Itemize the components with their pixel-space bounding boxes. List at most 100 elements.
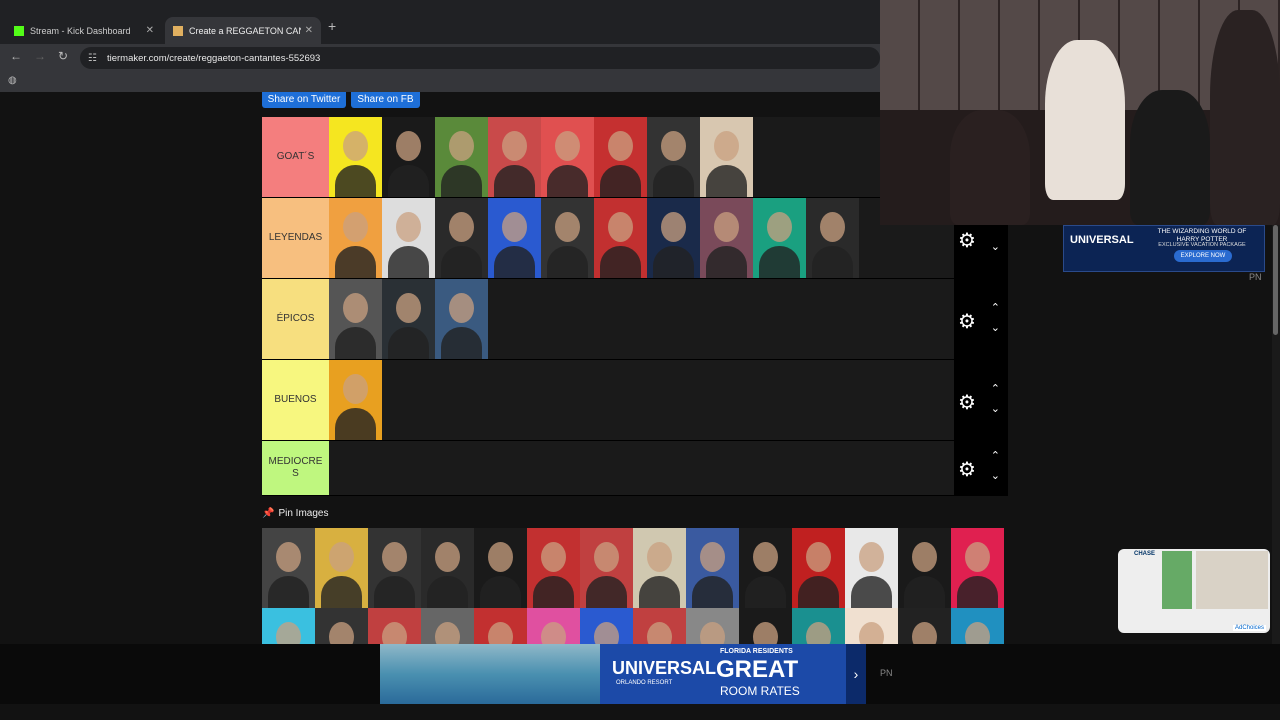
scrollbar-thumb[interactable] [1273, 225, 1278, 335]
chevron-down-icon[interactable]: ⌄ [991, 321, 1000, 334]
pin-image[interactable] [633, 528, 686, 608]
portrait-head [661, 131, 686, 161]
tier-label[interactable]: ÉPICOS [262, 279, 329, 359]
gear-icon[interactable]: ⚙ [958, 457, 976, 482]
pin-image[interactable] [262, 528, 315, 608]
side-ad[interactable]: UNIVERSAL THE WIZARDING WORLD OF HARRY P… [1063, 225, 1265, 272]
pin-image[interactable] [898, 528, 951, 608]
ad-sub: EXCLUSIVE VACATION PACKAGE [1158, 242, 1246, 248]
close-tab-icon[interactable]: ✕ [305, 25, 313, 36]
globe-icon[interactable]: ◍ [8, 75, 17, 86]
tier-image[interactable] [541, 117, 594, 197]
portrait-body [586, 576, 627, 608]
tier-image[interactable] [435, 279, 488, 359]
pin-image[interactable] [845, 528, 898, 608]
pin-image[interactable] [315, 528, 368, 608]
pin-image[interactable] [580, 528, 633, 608]
tier-image[interactable] [382, 198, 435, 278]
gear-icon[interactable]: ⚙ [958, 309, 976, 334]
portrait [739, 528, 792, 608]
chevron-down-icon[interactable]: ⌄ [991, 469, 1000, 482]
address-bar[interactable]: ☷ tiermaker.com/create/reggaeton-cantant… [80, 47, 880, 69]
new-tab-icon[interactable]: + [328, 18, 336, 34]
tier-image[interactable] [329, 117, 382, 197]
tier-image[interactable] [435, 198, 488, 278]
portrait-body [427, 576, 468, 608]
tier-label[interactable]: MEDIOCRE S [262, 441, 329, 495]
pin-image[interactable] [421, 528, 474, 608]
portrait-head [276, 542, 301, 572]
gear-icon[interactable]: ⚙ [958, 228, 976, 253]
back-icon[interactable]: ← [10, 49, 22, 63]
pin-image[interactable] [527, 528, 580, 608]
tier-image[interactable] [594, 198, 647, 278]
tier-image[interactable] [488, 198, 541, 278]
tier-image[interactable] [806, 198, 859, 278]
portrait-body [851, 576, 892, 608]
tier-image[interactable] [753, 198, 806, 278]
portrait-head [488, 542, 513, 572]
portrait-body [692, 576, 733, 608]
ad-headline: GREAT [716, 656, 799, 683]
pin-image[interactable] [951, 528, 1004, 608]
tier-label[interactable]: GOAT´S [262, 117, 329, 197]
chevron-up-icon[interactable]: ⌃ [991, 382, 1000, 395]
tier-image[interactable] [647, 198, 700, 278]
chase-ad[interactable]: CHASE AdChoices [1118, 549, 1270, 633]
portrait-body [745, 576, 786, 608]
pin-image[interactable] [686, 528, 739, 608]
portrait-head [449, 212, 474, 242]
gear-icon[interactable]: ⚙ [958, 390, 976, 415]
tier-image[interactable] [382, 117, 435, 197]
tier-image[interactable] [382, 279, 435, 359]
bottom-ad[interactable]: UNIVERSAL ORLANDO RESORT FLORIDA RESIDEN… [380, 644, 866, 704]
adchoices-label[interactable]: AdChoices [1232, 625, 1266, 631]
portrait-head [502, 131, 527, 161]
portrait-head [396, 293, 421, 323]
chevron-down-icon[interactable]: ⌄ [991, 402, 1000, 415]
tier-image[interactable] [647, 117, 700, 197]
tier-label[interactable]: LEYENDAS [262, 198, 329, 278]
close-tab-icon[interactable]: ✕ [146, 25, 154, 36]
chevron-up-icon[interactable]: ⌃ [991, 449, 1000, 462]
chevron-down-icon[interactable]: ⌄ [991, 240, 1000, 253]
portrait-head [382, 542, 407, 572]
site-info-icon[interactable]: ☷ [88, 53, 97, 64]
tier-image[interactable] [700, 198, 753, 278]
reload-icon[interactable]: ↻ [58, 49, 68, 63]
person [1210, 10, 1280, 225]
chevron-right-icon[interactable]: › [846, 644, 866, 704]
portrait-body [335, 246, 376, 278]
tab-kick-dashboard[interactable]: Stream - Kick Dashboard ✕ [6, 17, 162, 44]
portrait-head [661, 212, 686, 242]
tier-image[interactable] [488, 117, 541, 197]
pin-image[interactable] [474, 528, 527, 608]
tier-image[interactable] [435, 117, 488, 197]
tier-image[interactable] [541, 198, 594, 278]
pin-image[interactable] [368, 528, 421, 608]
tab-tiermaker[interactable]: Create a REGGAETON CANTANTES ✕ [165, 17, 321, 44]
portrait-head [555, 131, 580, 161]
tier-image[interactable] [329, 279, 382, 359]
pin-image[interactable] [739, 528, 792, 608]
tier-label[interactable]: BUENOS [262, 360, 329, 440]
share-twitter-button[interactable]: Share on Twitter [262, 92, 346, 108]
tier-image[interactable] [700, 117, 753, 197]
forward-icon[interactable]: → [34, 49, 46, 63]
explore-now-button[interactable]: EXPLORE NOW [1174, 250, 1232, 262]
portrait-body [268, 576, 309, 608]
tier-image[interactable] [329, 198, 382, 278]
share-fb-button[interactable]: Share on FB [351, 92, 420, 108]
tier-image[interactable] [594, 117, 647, 197]
tier-image[interactable] [329, 360, 382, 440]
portrait-body [441, 246, 482, 278]
ad-eyebrow: FLORIDA RESIDENTS [720, 648, 793, 655]
pin-images-header[interactable]: 📌 Pin Images [262, 508, 328, 519]
pin-image[interactable] [792, 528, 845, 608]
tab-title: Create a REGGAETON CANTANTES [189, 25, 301, 36]
tier-controls: ⚙ ⌃ ⌄ [954, 279, 1008, 359]
portrait-body [321, 576, 362, 608]
ad-pool-image [380, 644, 600, 704]
chevron-up-icon[interactable]: ⌃ [991, 301, 1000, 314]
portrait-body [533, 576, 574, 608]
